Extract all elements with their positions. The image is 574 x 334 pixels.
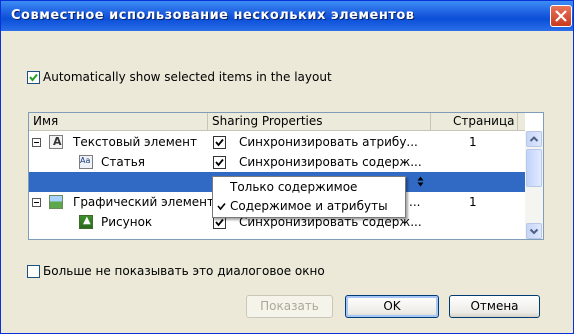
checkmark-icon [215, 138, 224, 147]
row-name: Текстовый элемент [73, 135, 197, 149]
row-sharing[interactable]: Синхронизировать атрибу... [239, 135, 418, 149]
scroll-up-button[interactable] [526, 131, 542, 147]
graphic-frame-icon [49, 195, 63, 209]
window-title: Совместное использование нескольких элем… [11, 8, 415, 23]
title-bar[interactable]: Совместное использование нескольких элем… [1, 1, 573, 31]
row-page: 1 [469, 135, 477, 149]
dont-show-again-label: Больше не показывать это диалоговое окно [43, 264, 325, 278]
scroll-down-button[interactable] [526, 223, 542, 239]
row-page: 1 [469, 195, 477, 209]
picture-icon: ▲ [79, 215, 93, 229]
scroll-thumb[interactable] [526, 149, 542, 187]
column-header-page[interactable]: Страница [431, 113, 518, 130]
dialog-window: Совместное использование нескольких элем… [0, 0, 574, 334]
dont-show-again-checkbox[interactable] [27, 265, 40, 278]
row-name: Рисунок [101, 215, 153, 229]
table-row[interactable]: A Текстовый элемент Синхронизировать атр… [29, 132, 525, 152]
collapse-toggle[interactable] [32, 138, 41, 147]
story-icon: Aa [79, 155, 93, 169]
close-icon [555, 10, 567, 22]
row-name: Графический элемент [73, 195, 214, 209]
column-header-sharing[interactable]: Sharing Properties [208, 113, 431, 130]
chevron-down-icon [529, 228, 539, 235]
sync-checkbox[interactable] [213, 156, 226, 169]
row-name: Статья [101, 155, 146, 169]
sync-checkbox[interactable] [213, 136, 226, 149]
close-button[interactable] [550, 5, 572, 27]
auto-show-label: Automatically show selected items in the… [43, 70, 332, 84]
collapse-toggle[interactable] [32, 198, 41, 207]
dropdown-arrows-icon[interactable] [417, 176, 424, 187]
column-header-name[interactable]: Имя [29, 113, 208, 130]
show-button[interactable]: Показать [246, 295, 333, 318]
grid-header: Имя Sharing Properties Страница [29, 113, 525, 131]
row-sharing[interactable]: Синхронизировать содерж... [239, 155, 422, 169]
vertical-scrollbar[interactable] [525, 131, 543, 239]
checkmark-icon [215, 158, 224, 167]
cancel-button[interactable]: Отмена [449, 295, 540, 318]
auto-show-checkbox[interactable] [27, 71, 40, 84]
menu-item-content-and-attributes[interactable]: Содержимое и атрибуты [213, 197, 405, 216]
sharing-dropdown-menu: Только содержимое Содержимое и атрибуты [212, 176, 406, 218]
text-frame-icon: A [49, 135, 63, 149]
menu-item-content-only[interactable]: Только содержимое [213, 178, 405, 197]
checkmark-icon [215, 218, 224, 227]
table-row[interactable]: Aa Статья Синхронизировать содерж... [29, 152, 525, 172]
checkmark-icon [29, 73, 38, 82]
ok-button[interactable]: OK [345, 295, 439, 318]
checkmark-icon [217, 202, 226, 211]
row-sharing[interactable]: ... [409, 195, 420, 209]
chevron-up-icon [529, 136, 539, 142]
